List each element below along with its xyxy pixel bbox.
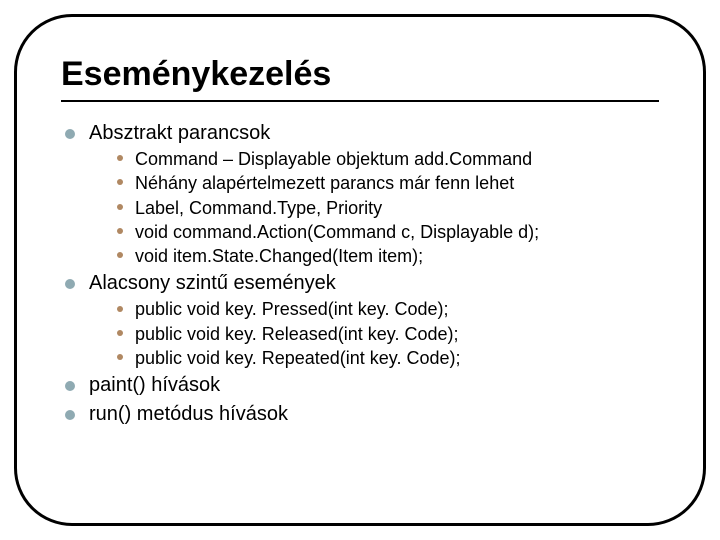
list-item-label: paint() hívások — [89, 374, 220, 396]
list-item-label: run() metódus hívások — [89, 403, 288, 425]
list-item-label: Absztrakt parancsok — [89, 122, 270, 144]
sub-list-item: void command.Action(Command c, Displayab… — [115, 220, 659, 244]
sub-list-item: Label, Command.Type, Priority — [115, 196, 659, 220]
sub-list-item: public void key. Repeated(int key. Code)… — [115, 346, 659, 370]
sub-list: public void key. Pressed(int key. Code);… — [89, 297, 659, 370]
list-item: paint() hívások — [61, 372, 659, 399]
slide: Eseménykezelés Absztrakt parancsok Comma… — [0, 0, 720, 540]
list-item: Alacsony szintű események public void ke… — [61, 270, 659, 370]
list-item: Absztrakt parancsok Command – Displayabl… — [61, 120, 659, 268]
sub-list: Command – Displayable objektum add.Comma… — [89, 147, 659, 268]
sub-list-item: public void key. Pressed(int key. Code); — [115, 297, 659, 321]
sub-list-item: public void key. Released(int key. Code)… — [115, 322, 659, 346]
sub-list-item: Néhány alapértelmezett parancs már fenn … — [115, 171, 659, 195]
slide-title: Eseménykezelés — [61, 55, 659, 94]
list-item-label: Alacsony szintű események — [89, 272, 336, 294]
list-item: run() metódus hívások — [61, 401, 659, 428]
slide-frame: Eseménykezelés Absztrakt parancsok Comma… — [14, 14, 706, 526]
sub-list-item: Command – Displayable objektum add.Comma… — [115, 147, 659, 171]
bullet-list: Absztrakt parancsok Command – Displayabl… — [61, 120, 659, 428]
sub-list-item: void item.State.Changed(Item item); — [115, 244, 659, 268]
title-rule — [61, 100, 659, 102]
